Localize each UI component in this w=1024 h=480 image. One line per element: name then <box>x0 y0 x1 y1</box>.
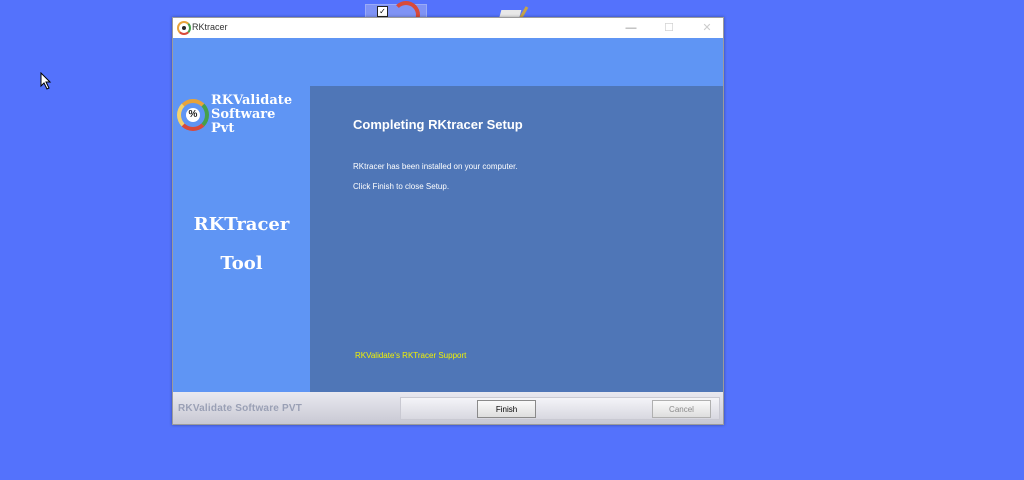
title-bar[interactable]: RKtracer — ☐ ✕ <box>173 18 723 38</box>
footer-bar: RKValidate Software PVT Finish Cancel <box>173 392 723 424</box>
install-message: RKtracer has been installed on your comp… <box>353 162 518 171</box>
support-link[interactable]: RKValidate's RKTracer Support <box>355 351 466 360</box>
window-title: RKtracer <box>192 22 228 32</box>
cancel-button: Cancel <box>652 400 711 418</box>
maximize-button: ☐ <box>664 22 674 34</box>
sidebar-brand: RKValidate Software Pvt <box>211 93 293 136</box>
tool-title-line2: Tool <box>220 253 263 274</box>
footer-brand: RKValidate Software PVT <box>178 403 303 414</box>
header-band <box>173 38 723 86</box>
checkbox-icon: ✓ <box>377 6 388 17</box>
finish-instruction: Click Finish to close Setup. <box>353 182 450 191</box>
close-button: ✕ <box>702 22 712 34</box>
finish-button[interactable]: Finish <box>477 400 536 418</box>
setup-window: RKtracer — ☐ ✕ % RKValidate Software Pvt… <box>172 17 724 425</box>
rktracer-app-icon <box>177 21 191 35</box>
mouse-cursor-icon <box>40 72 52 90</box>
content-panel: Completing RKtracer Setup RKtracer has b… <box>310 86 723 392</box>
rkvalidate-logo-icon: % <box>177 99 209 131</box>
page-title: Completing RKtracer Setup <box>353 117 523 132</box>
minimize-button[interactable]: — <box>613 18 649 38</box>
sidebar-banner: % RKValidate Software Pvt RKTracer Tool <box>173 86 310 392</box>
tool-title-line1: RKTracer <box>193 214 290 235</box>
